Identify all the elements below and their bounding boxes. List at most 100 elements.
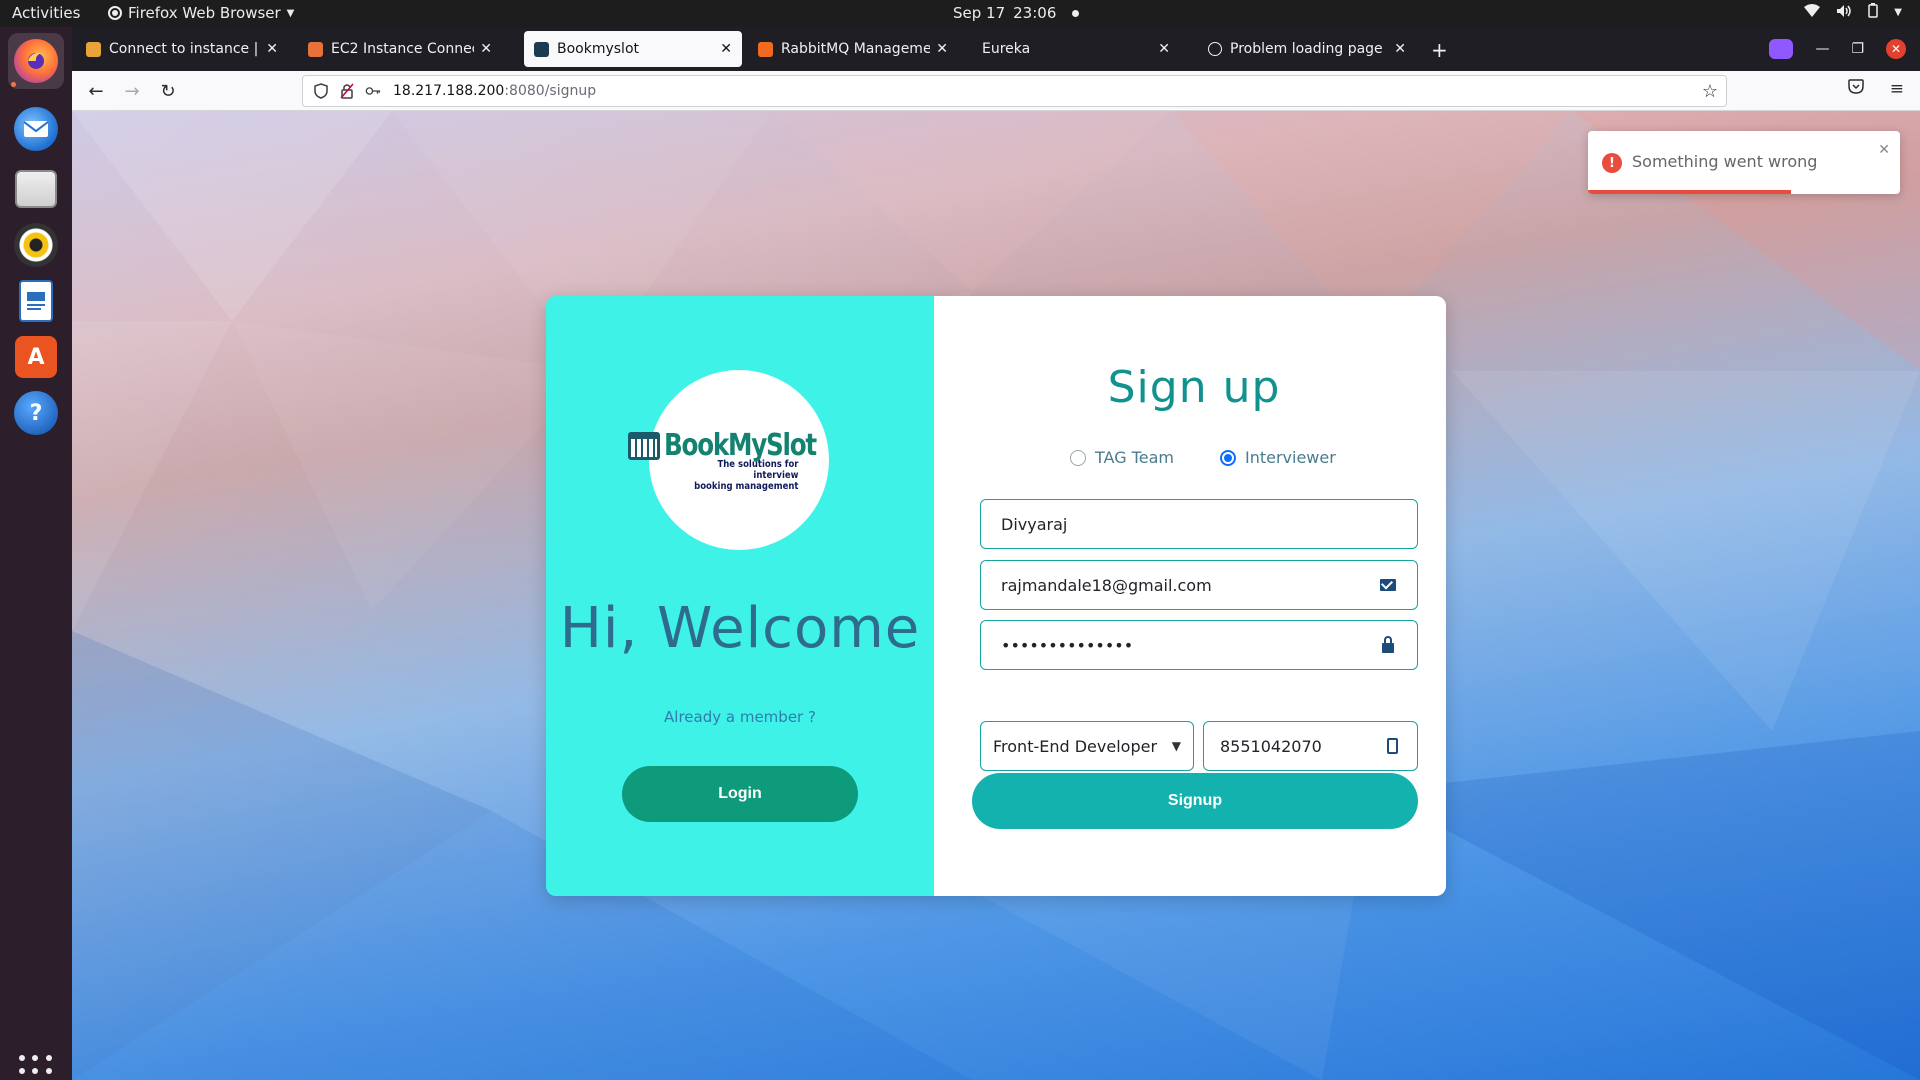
clock-date: Sep 17 (953, 4, 1006, 22)
close-icon[interactable]: ✕ (1878, 142, 1890, 158)
url-text[interactable]: 18.217.188.200:8080/signup (393, 83, 596, 99)
radio-label: TAG Team (1095, 448, 1174, 467)
designation-select[interactable]: Front-End Developer ▼ (980, 721, 1194, 771)
reload-icon[interactable]: ↻ (156, 79, 180, 103)
lock-icon (1379, 635, 1397, 653)
dock-writer[interactable] (8, 273, 64, 329)
email-field[interactable]: rajmandale18@gmail.com (980, 560, 1418, 610)
welcome-panel: BookMySlot The solutions for interview b… (546, 296, 934, 896)
tab-bookmyslot[interactable]: Bookmyslot ✕ (524, 31, 742, 67)
tab-ec2-instance-connect[interactable]: EC2 Instance Connect ✕ (298, 31, 502, 67)
notification-dot-icon (1072, 9, 1080, 17)
welcome-heading: Hi, Welcome (559, 596, 921, 661)
radio-tag-team[interactable]: TAG Team (1070, 448, 1174, 467)
dock-thunderbird[interactable] (8, 101, 64, 157)
tab-title: Eureka (982, 41, 1031, 57)
tab-bar: Connect to instance | EC2 ✕ EC2 Instance… (72, 27, 1920, 71)
system-tray[interactable]: ▼ (1804, 3, 1902, 22)
logo-tagline-line-1: The solutions for interview (717, 459, 799, 481)
wifi-icon (1804, 4, 1821, 21)
window-controls: — ❐ ✕ (1769, 39, 1906, 59)
system-top-bar: Activities Firefox Web Browser ▼ Sep 17 … (0, 0, 1920, 27)
password-value: •••••••••••••• (1001, 635, 1134, 655)
navigation-toolbar: ← → ↻ 18.217.188.200:8080/signup ☆ ≡ (72, 71, 1920, 111)
files-icon (15, 170, 57, 208)
close-icon[interactable]: ✕ (1394, 41, 1406, 57)
close-window-icon[interactable]: ✕ (1886, 39, 1906, 59)
clock-time: 23:06 (1013, 4, 1057, 22)
close-icon[interactable]: ✕ (1158, 41, 1170, 57)
tab-title: EC2 Instance Connect (331, 41, 475, 57)
insecure-lock-icon[interactable] (339, 83, 355, 99)
activities-button[interactable]: Activities (12, 4, 80, 22)
react-icon (534, 41, 549, 57)
tab-title: Bookmyslot (557, 41, 640, 57)
pocket-icon[interactable] (1848, 79, 1864, 99)
bookmark-star-icon[interactable]: ☆ (1702, 81, 1718, 102)
phone-field[interactable]: 8551042070 (1203, 721, 1418, 771)
thunderbird-icon (14, 107, 58, 151)
already-member-text: Already a member ? (664, 708, 816, 726)
close-icon[interactable]: ✕ (480, 41, 492, 57)
tab-rabbitmq[interactable]: RabbitMQ Management ✕ (748, 31, 958, 67)
clock[interactable]: Sep 17 23:06 (953, 4, 1080, 22)
software-center-icon: A (15, 336, 57, 378)
toast-progress-bar (1588, 190, 1791, 194)
private-browsing-mask-icon (1769, 39, 1794, 59)
rhythmbox-icon (14, 223, 58, 267)
signup-title: Sign up (1107, 362, 1281, 413)
caret-down-icon: ▼ (1894, 7, 1902, 18)
signup-button[interactable]: Signup (972, 773, 1418, 829)
radio-interviewer[interactable]: Interviewer (1219, 448, 1336, 467)
firefox-icon (14, 39, 58, 83)
url-bar[interactable]: 18.217.188.200:8080/signup ☆ (302, 75, 1727, 107)
app-menu[interactable]: Firefox Web Browser ▼ (108, 4, 294, 22)
forward-arrow-icon[interactable]: → (120, 79, 144, 103)
rabbitmq-icon (758, 41, 773, 57)
dock-files[interactable] (8, 161, 64, 217)
app-menu-label: Firefox Web Browser (128, 4, 281, 22)
close-icon[interactable]: ✕ (266, 41, 278, 57)
radio-checked-icon[interactable] (1219, 449, 1236, 466)
logo-tagline: The solutions for interview booking mana… (680, 459, 799, 492)
logo-text: BookMySlot (664, 428, 817, 463)
name-field[interactable]: Divyaraj (980, 499, 1418, 549)
minimize-icon[interactable]: — (1815, 41, 1829, 57)
chevron-down-icon: ▼ (1171, 739, 1181, 753)
radio-unchecked-icon[interactable] (1070, 449, 1086, 466)
toast-message: Something went wrong (1632, 152, 1818, 171)
tab-title: Connect to instance | EC2 (109, 41, 260, 57)
key-icon[interactable] (365, 83, 381, 99)
new-tab-icon[interactable]: + (1431, 40, 1448, 60)
tab-connect-to-instance[interactable]: Connect to instance | EC2 ✕ (76, 31, 288, 67)
role-radio-group: TAG Team Interviewer (1070, 448, 1336, 467)
envelope-icon (1379, 579, 1397, 591)
email-value: rajmandale18@gmail.com (1001, 575, 1212, 595)
tab-title: RabbitMQ Management (781, 41, 931, 57)
tracking-shield-icon[interactable] (313, 83, 329, 99)
close-icon[interactable]: ✕ (936, 41, 948, 57)
dock-rhythmbox[interactable] (8, 217, 64, 273)
close-icon[interactable]: ✕ (720, 41, 732, 57)
dock-software[interactable]: A (8, 329, 64, 385)
hamburger-menu-icon[interactable]: ≡ (1890, 79, 1904, 99)
login-button[interactable]: Login (622, 766, 858, 822)
mobile-phone-icon (1383, 738, 1401, 754)
signup-form: Sign up TAG Team Interviewer Divyaraj ra… (934, 296, 1446, 896)
tab-problem-loading[interactable]: Problem loading page ✕ (1198, 31, 1416, 67)
password-field[interactable]: •••••••••••••• (980, 620, 1418, 670)
logo-row: BookMySlot (628, 428, 849, 463)
writer-icon (19, 280, 53, 322)
back-arrow-icon[interactable]: ← (84, 79, 108, 103)
tab-eureka[interactable]: Eureka ✕ (972, 31, 1180, 67)
dock-help[interactable]: ? (8, 385, 64, 441)
dock-firefox[interactable] (8, 33, 64, 89)
show-applications-icon[interactable] (19, 1055, 53, 1080)
toolbar-right: ≡ (1848, 79, 1904, 99)
restore-icon[interactable]: ❐ (1851, 41, 1864, 57)
error-icon: ! (1602, 153, 1622, 173)
firefox-icon (108, 6, 122, 20)
aws-icon (86, 41, 101, 57)
url-path: :8080/signup (504, 83, 597, 99)
logo-tagline-line-2: booking management (694, 481, 799, 492)
